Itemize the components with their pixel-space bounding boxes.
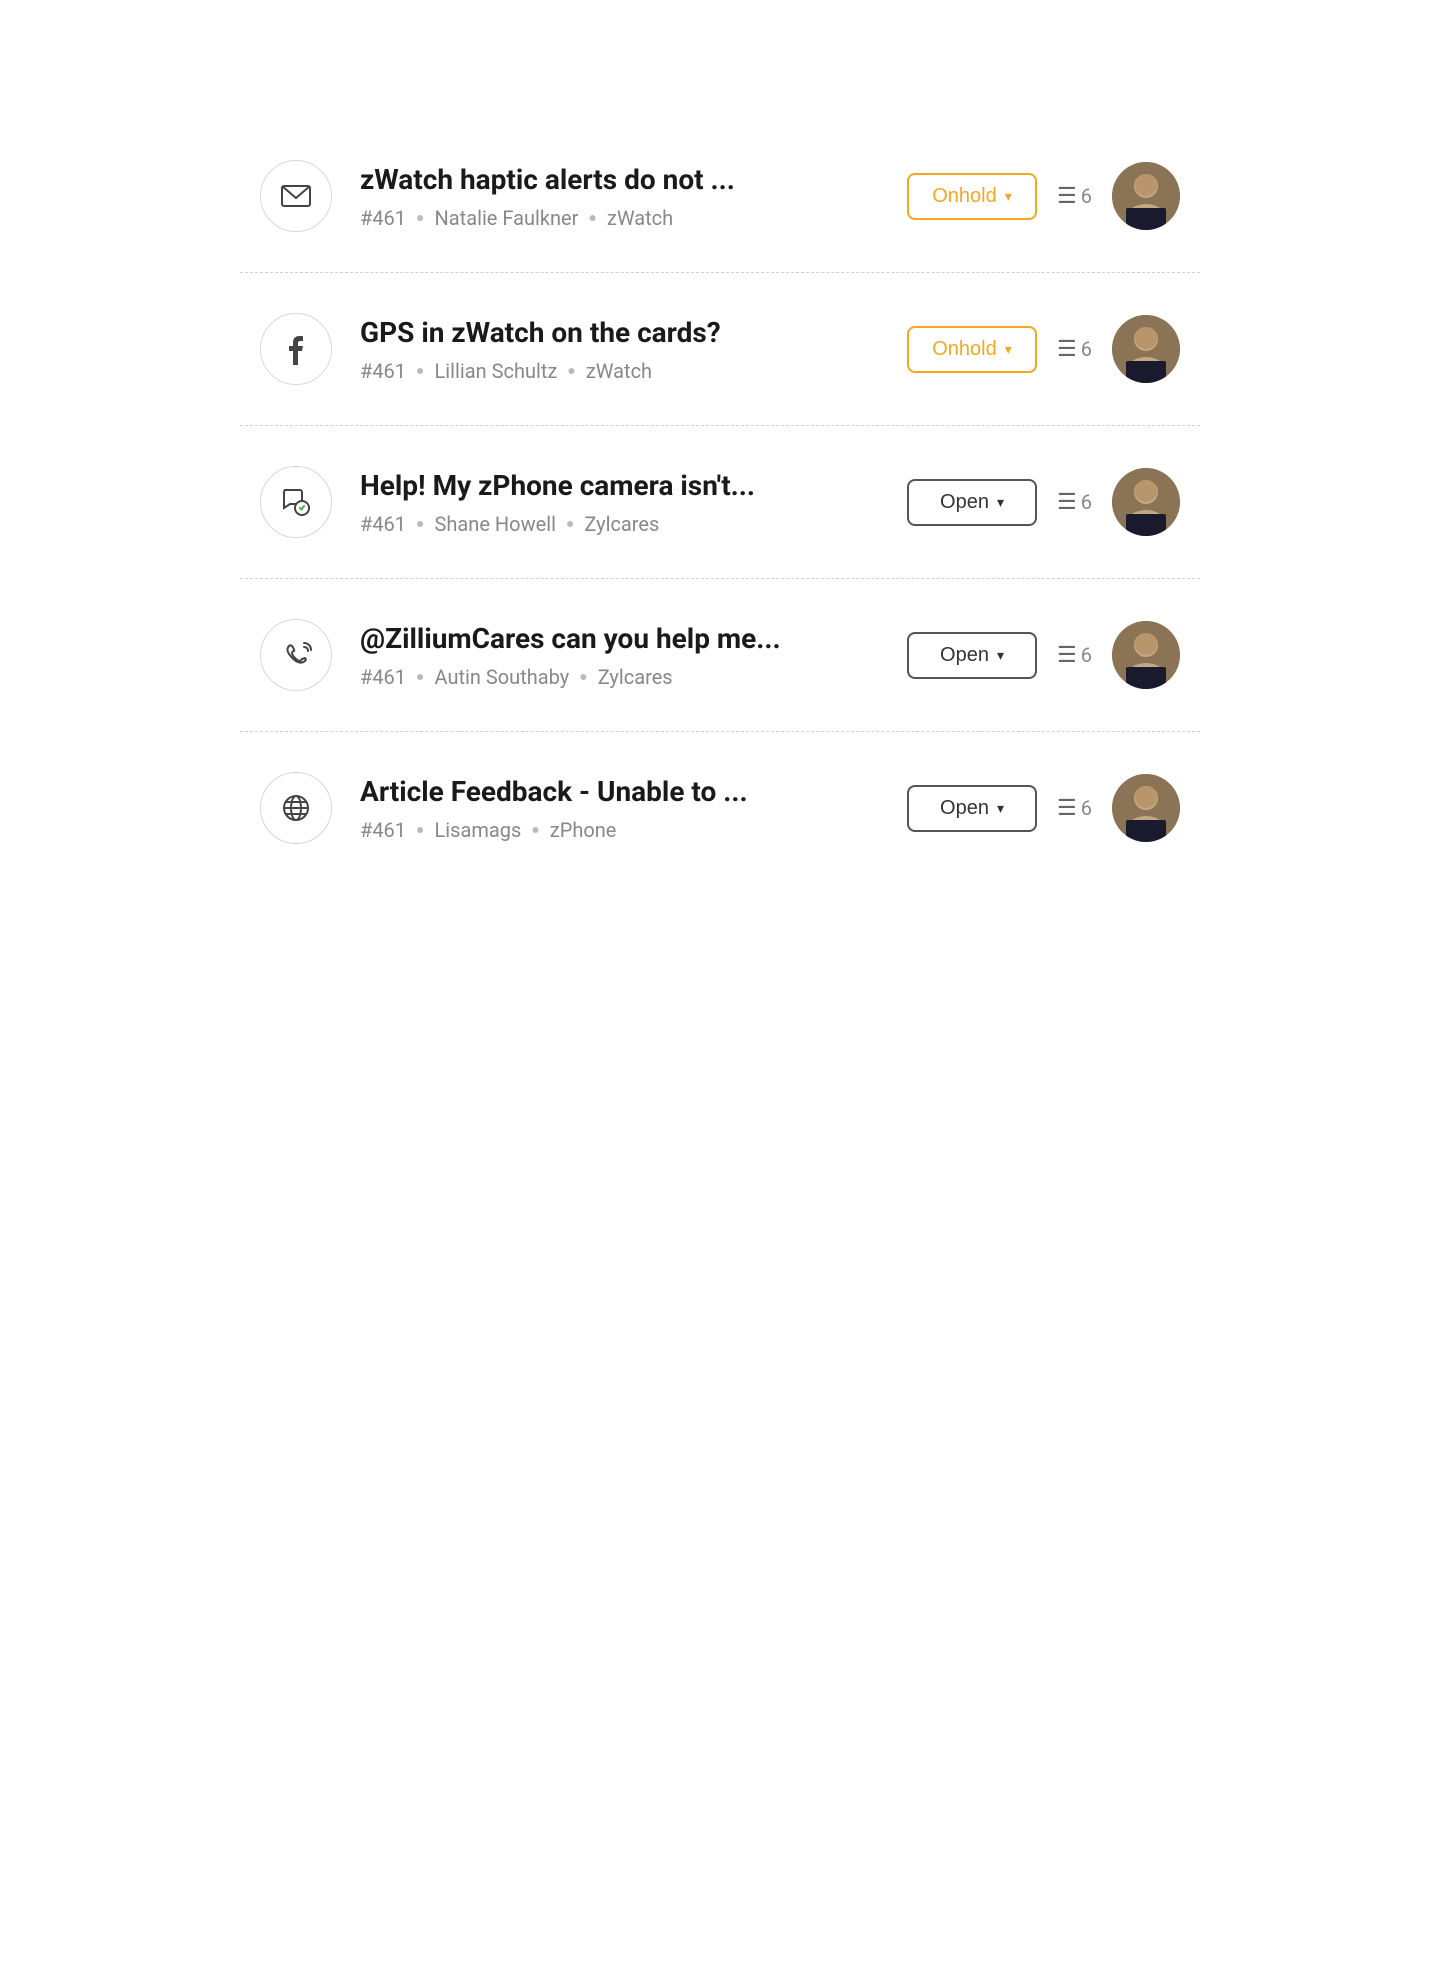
avatar: [1112, 315, 1180, 383]
ticket-title: GPS in zWatch on the cards?: [360, 316, 879, 349]
avatar: [1112, 774, 1180, 842]
ticket-content: Help! My zPhone camera isn't... #461 ● S…: [360, 469, 879, 536]
chevron-down-icon: ▾: [997, 494, 1004, 511]
ticket-contact: Autin Southaby: [435, 665, 570, 689]
ticket-actions: Onhold ▾ ☰ 6: [907, 162, 1180, 230]
ticket-item: GPS in zWatch on the cards? #461 ● Lilli…: [240, 273, 1200, 426]
ticket-item: @ZilliumCares can you help me... #461 ● …: [240, 579, 1200, 732]
lines-icon: ☰: [1057, 643, 1077, 668]
chevron-down-icon: ▾: [1005, 188, 1012, 205]
ticket-number: #461: [360, 206, 406, 230]
ticket-count: ☰ 6: [1057, 490, 1092, 515]
lines-icon: ☰: [1057, 490, 1077, 515]
separator: ●: [579, 668, 587, 685]
ticket-count: ☰ 6: [1057, 184, 1092, 209]
lines-icon: ☰: [1057, 337, 1077, 362]
chevron-down-icon: ▾: [997, 800, 1004, 817]
count-number: 6: [1081, 796, 1092, 820]
separator: ●: [416, 821, 424, 838]
status-label: Onhold: [932, 185, 997, 208]
ticket-product: Zylcares: [598, 665, 673, 689]
status-dropdown[interactable]: Open ▾: [907, 632, 1037, 679]
ticket-title: Article Feedback - Unable to ...: [360, 775, 879, 808]
ticket-number: #461: [360, 359, 406, 383]
ticket-count: ☰ 6: [1057, 643, 1092, 668]
count-number: 6: [1081, 184, 1092, 208]
ticket-product: Zylcares: [584, 512, 659, 536]
ticket-actions: Open ▾ ☰ 6: [907, 468, 1180, 536]
avatar: [1112, 162, 1180, 230]
lines-icon: ☰: [1057, 184, 1077, 209]
ticket-meta: #461 ● Lillian Schultz ● zWatch: [360, 359, 879, 383]
ticket-meta: #461 ● Natalie Faulkner ● zWatch: [360, 206, 879, 230]
separator: ●: [566, 515, 574, 532]
separator: ●: [416, 668, 424, 685]
ticket-actions: Open ▾ ☰ 6: [907, 621, 1180, 689]
ticket-number: #461: [360, 665, 406, 689]
ticket-content: zWatch haptic alerts do not ... #461 ● N…: [360, 163, 879, 230]
web-channel-icon: [260, 772, 332, 844]
ticket-actions: Open ▾ ☰ 6: [907, 774, 1180, 842]
status-label: Onhold: [932, 338, 997, 361]
separator: ●: [531, 821, 539, 838]
lines-icon: ☰: [1057, 796, 1077, 821]
chat-channel-icon: [260, 466, 332, 538]
avatar: [1112, 621, 1180, 689]
status-label: Open: [940, 491, 989, 514]
separator: ●: [588, 209, 596, 226]
separator: ●: [567, 362, 575, 379]
ticket-contact: Shane Howell: [435, 512, 556, 536]
ticket-title: @ZilliumCares can you help me...: [360, 622, 879, 655]
status-dropdown[interactable]: Onhold ▾: [907, 326, 1037, 373]
ticket-contact: Lisamags: [435, 818, 522, 842]
ticket-title: Help! My zPhone camera isn't...: [360, 469, 879, 502]
ticket-item: Article Feedback - Unable to ... #461 ● …: [240, 732, 1200, 884]
ticket-content: GPS in zWatch on the cards? #461 ● Lilli…: [360, 316, 879, 383]
ticket-contact: Natalie Faulkner: [435, 206, 579, 230]
status-label: Open: [940, 644, 989, 667]
count-number: 6: [1081, 643, 1092, 667]
ticket-title: zWatch haptic alerts do not ...: [360, 163, 879, 196]
ticket-product: zPhone: [550, 818, 617, 842]
status-dropdown[interactable]: Onhold ▾: [907, 173, 1037, 220]
avatar: [1112, 468, 1180, 536]
status-dropdown[interactable]: Open ▾: [907, 479, 1037, 526]
ticket-content: @ZilliumCares can you help me... #461 ● …: [360, 622, 879, 689]
count-number: 6: [1081, 490, 1092, 514]
facebook-channel-icon: [260, 313, 332, 385]
ticket-product: zWatch: [586, 359, 652, 383]
ticket-product: zWatch: [607, 206, 673, 230]
chevron-down-icon: ▾: [1005, 341, 1012, 358]
ticket-count: ☰ 6: [1057, 796, 1092, 821]
ticket-content: Article Feedback - Unable to ... #461 ● …: [360, 775, 879, 842]
ticket-item: Help! My zPhone camera isn't... #461 ● S…: [240, 426, 1200, 579]
ticket-actions: Onhold ▾ ☰ 6: [907, 315, 1180, 383]
separator: ●: [416, 209, 424, 226]
ticket-contact: Lillian Schultz: [435, 359, 558, 383]
ticket-list: zWatch haptic alerts do not ... #461 ● N…: [240, 120, 1200, 884]
ticket-meta: #461 ● Lisamags ● zPhone: [360, 818, 879, 842]
email-channel-icon: [260, 160, 332, 232]
phone-channel-icon: [260, 619, 332, 691]
ticket-item: zWatch haptic alerts do not ... #461 ● N…: [240, 120, 1200, 273]
ticket-number: #461: [360, 512, 406, 536]
status-dropdown[interactable]: Open ▾: [907, 785, 1037, 832]
ticket-meta: #461 ● Shane Howell ● Zylcares: [360, 512, 879, 536]
ticket-meta: #461 ● Autin Southaby ● Zylcares: [360, 665, 879, 689]
chevron-down-icon: ▾: [997, 647, 1004, 664]
ticket-number: #461: [360, 818, 406, 842]
separator: ●: [416, 515, 424, 532]
status-label: Open: [940, 797, 989, 820]
separator: ●: [416, 362, 424, 379]
ticket-count: ☰ 6: [1057, 337, 1092, 362]
count-number: 6: [1081, 337, 1092, 361]
